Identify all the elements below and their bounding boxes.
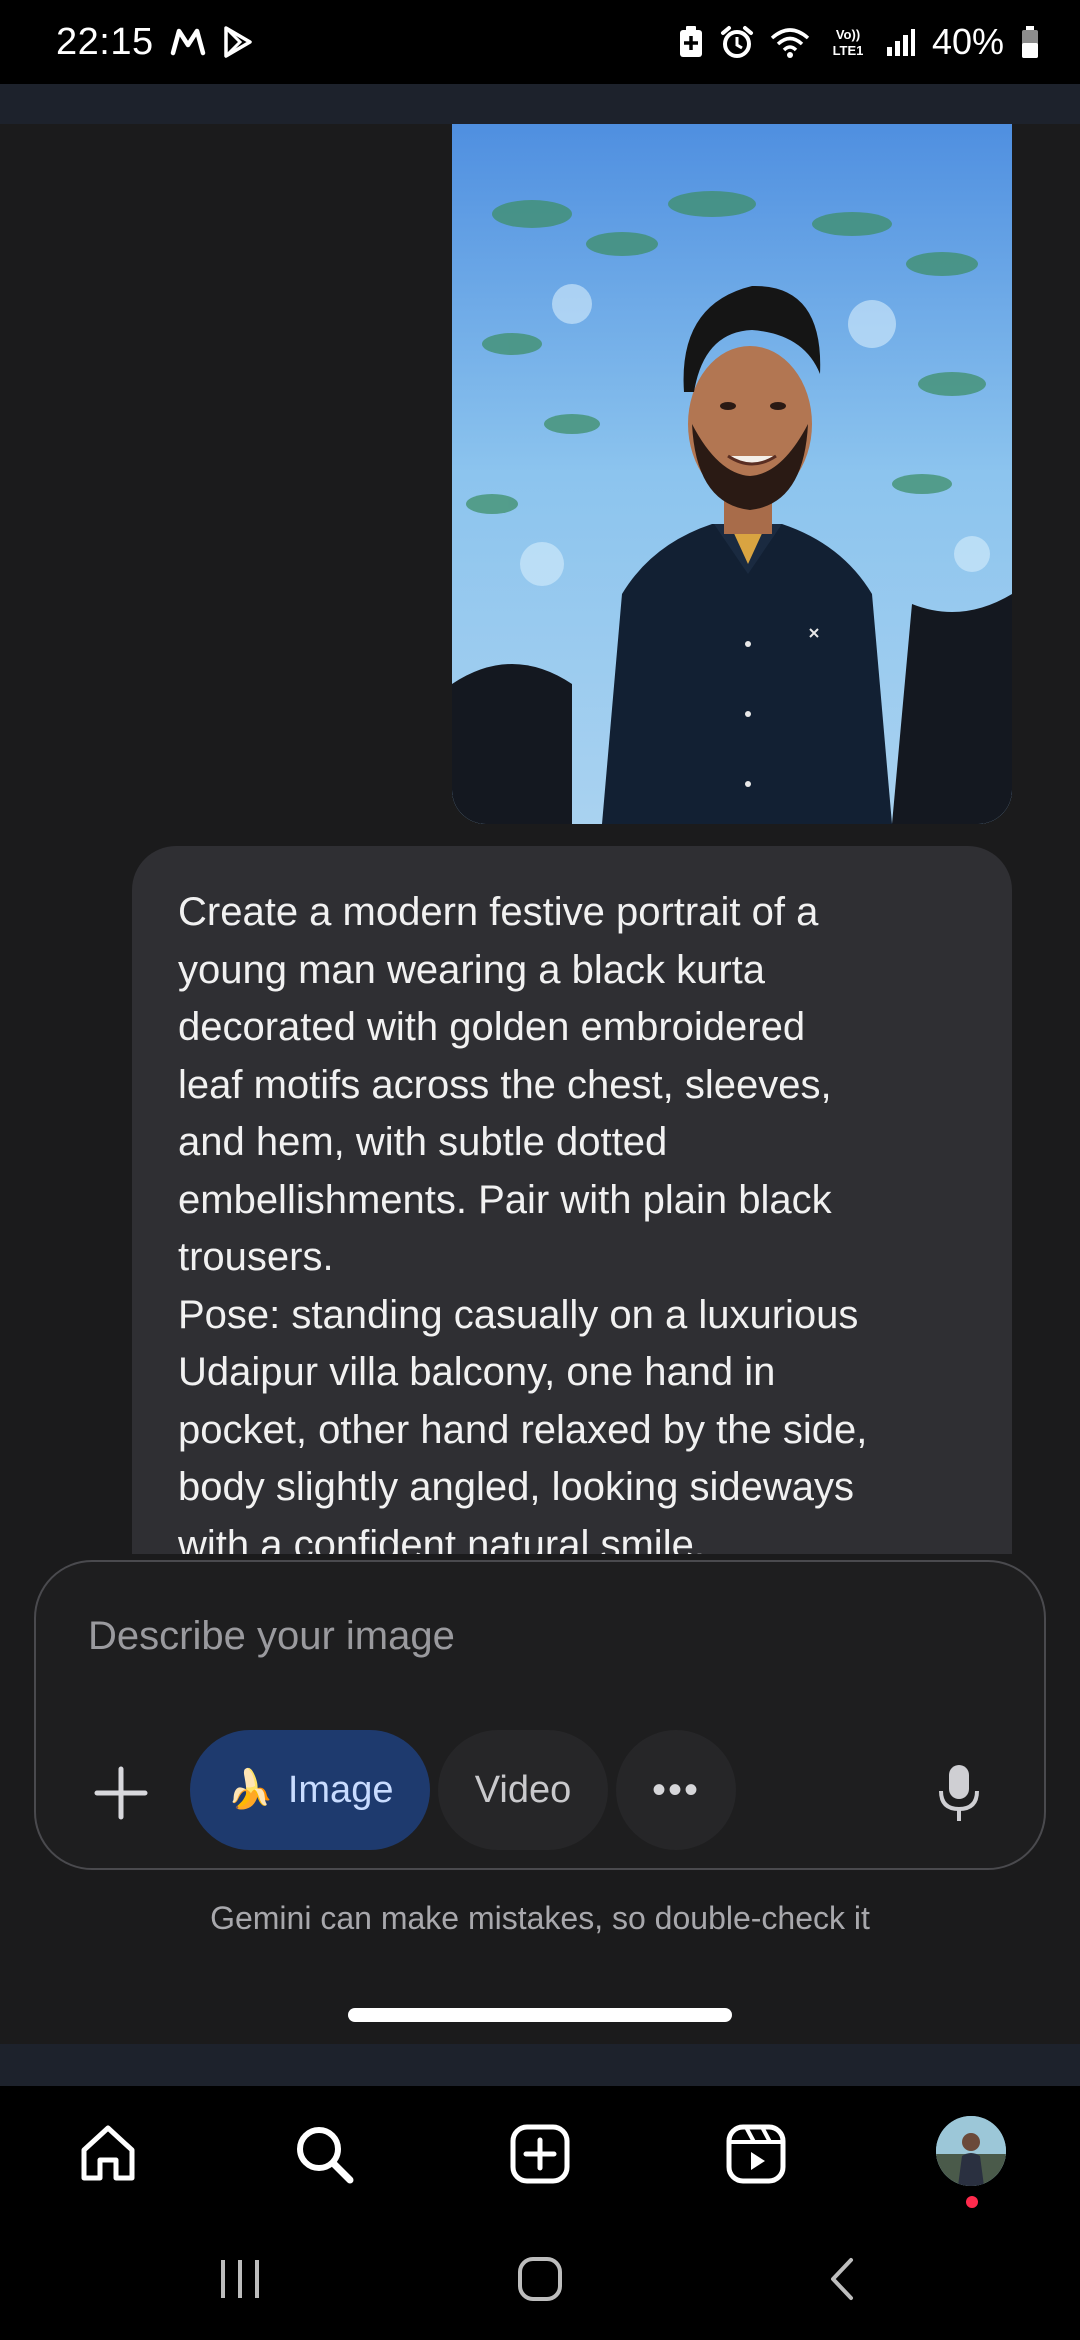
system-home-button[interactable] bbox=[500, 2244, 580, 2314]
nav-create[interactable] bbox=[502, 2116, 578, 2192]
messages-m-icon bbox=[170, 27, 206, 57]
nav-search[interactable] bbox=[286, 2116, 362, 2192]
system-nav-bar bbox=[0, 2220, 1080, 2340]
gesture-home-indicator[interactable] bbox=[348, 2008, 732, 2022]
plus-icon bbox=[94, 1766, 148, 1820]
app-bottom-nav bbox=[0, 2086, 1080, 2220]
nav-home[interactable] bbox=[70, 2116, 146, 2192]
search-icon bbox=[297, 2127, 354, 2184]
battery-saver-icon bbox=[678, 25, 704, 59]
microphone-button[interactable] bbox=[924, 1758, 994, 1828]
signal-icon bbox=[886, 27, 916, 57]
prompt-composer: 🍌 Image Video ••• bbox=[34, 1560, 1046, 1870]
video-mode-chip[interactable]: Video bbox=[438, 1730, 608, 1850]
create-icon bbox=[510, 2124, 570, 2184]
user-prompt-bubble[interactable]: Create a modern festive portrait of a yo… bbox=[132, 846, 1012, 1554]
reels-icon bbox=[726, 2124, 786, 2184]
svg-text:Vo)): Vo)) bbox=[836, 27, 860, 42]
battery-percent: 40% bbox=[931, 21, 1004, 62]
banana-icon: 🍌 bbox=[226, 1769, 274, 1811]
prompt-input[interactable] bbox=[86, 1600, 950, 1672]
app-header-strip bbox=[0, 84, 1080, 124]
profile-avatar[interactable] bbox=[936, 2116, 1006, 2186]
disclaimer-text: Gemini can make mistakes, so double-chec… bbox=[210, 1900, 870, 1936]
image-chip-label: Image bbox=[287, 1768, 394, 1811]
wifi-icon bbox=[770, 26, 810, 58]
divider-strip bbox=[0, 2044, 1080, 2086]
svg-text:LTE1: LTE1 bbox=[833, 43, 864, 58]
microphone-icon bbox=[939, 1765, 979, 1821]
video-chip-label: Video bbox=[474, 1768, 572, 1811]
status-time: 22:15 bbox=[56, 20, 154, 63]
image-mode-chip[interactable]: 🍌 Image bbox=[190, 1730, 430, 1850]
uploaded-photo[interactable] bbox=[452, 124, 1012, 824]
recents-button[interactable] bbox=[200, 2244, 280, 2314]
status-right: Vo)) LTE1 40% bbox=[678, 21, 1040, 63]
notification-dot bbox=[966, 2196, 978, 2208]
battery-icon bbox=[1020, 25, 1040, 59]
alarm-icon bbox=[720, 25, 754, 59]
status-left: 22:15 bbox=[56, 21, 254, 64]
home-button-icon bbox=[518, 2257, 562, 2301]
user-prompt-text: Create a modern festive portrait of a yo… bbox=[178, 890, 868, 1554]
back-icon bbox=[831, 2258, 853, 2300]
home-icon bbox=[81, 2125, 135, 2181]
status-bar: 22:15 Vo)) LTE1 40% bbox=[0, 0, 1080, 84]
network-type-label: Vo)) LTE1 bbox=[826, 25, 870, 59]
add-attachment-button[interactable] bbox=[86, 1758, 156, 1828]
recents-icon bbox=[221, 2260, 259, 2298]
play-store-icon bbox=[222, 25, 254, 59]
chat-area[interactable]: Create a modern festive portrait of a yo… bbox=[0, 124, 1080, 1554]
nav-reels[interactable] bbox=[718, 2116, 794, 2192]
more-options-label: ••• bbox=[651, 1767, 700, 1812]
more-options-button[interactable]: ••• bbox=[616, 1730, 736, 1850]
back-button[interactable] bbox=[804, 2244, 884, 2314]
